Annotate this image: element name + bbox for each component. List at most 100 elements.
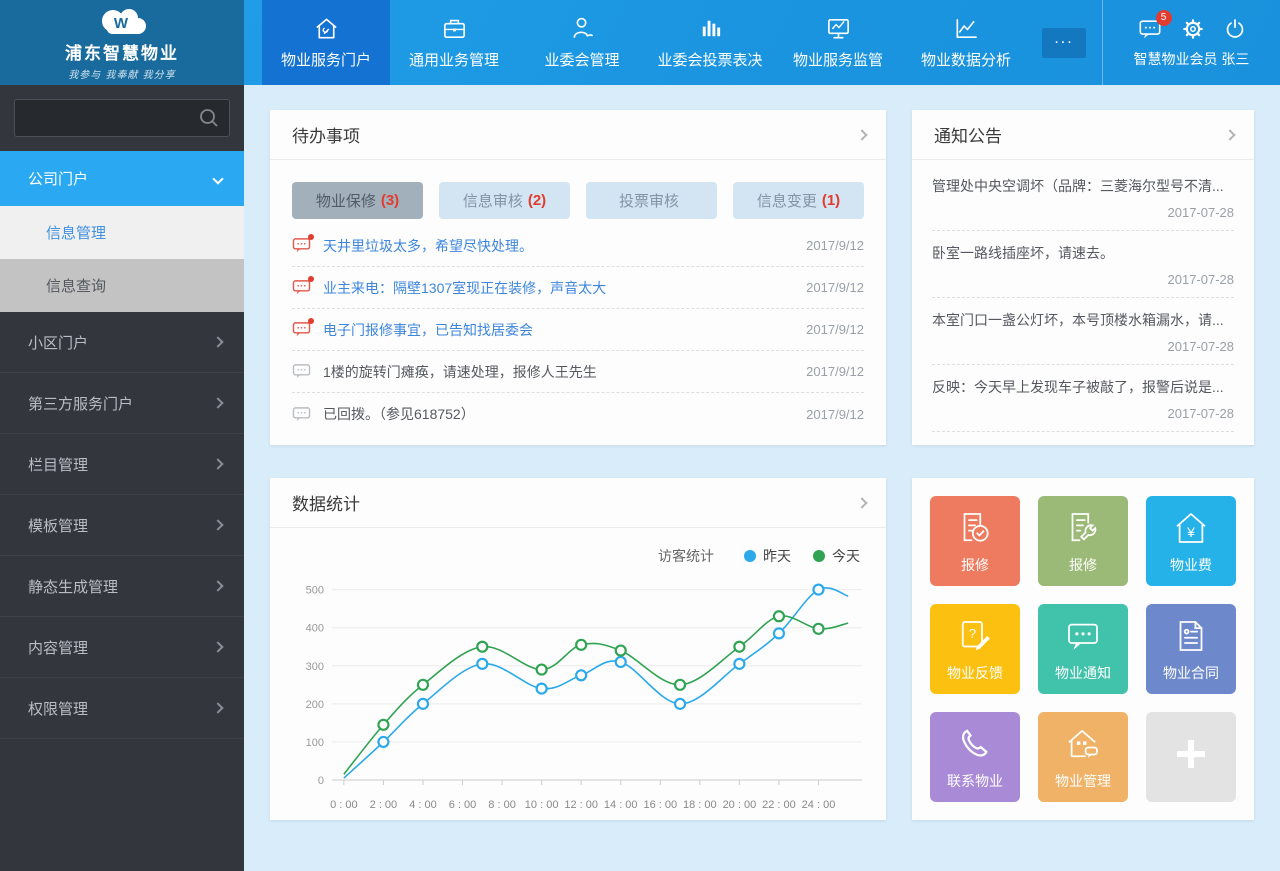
sidebar-item-company-portal[interactable]: 公司门户 xyxy=(0,151,244,206)
tab-vote-review[interactable]: 投票审核 xyxy=(586,182,717,219)
legend-item-today[interactable]: 今天 xyxy=(813,546,860,566)
tile-contact[interactable]: 联系物业 xyxy=(930,712,1020,802)
notice-item[interactable]: 卧室一路线插座坏，请速去。 2017-07-28 xyxy=(932,231,1234,298)
logout-button[interactable] xyxy=(1223,17,1247,41)
svg-text:500: 500 xyxy=(306,585,324,597)
sidebar-item-permission-management[interactable]: 权限管理 xyxy=(0,678,244,739)
tile-repair-check[interactable]: 报修 xyxy=(930,496,1020,586)
legend-item-yesterday[interactable]: 昨天 xyxy=(744,546,791,566)
svg-text:W: W xyxy=(114,15,129,32)
notice-panel: 通知公告 管理处中央空调坏（品牌：三菱海尔型号不清... 2017-07-28 … xyxy=(912,110,1254,445)
todo-item[interactable]: 1楼的旋转门瘫痪，请速处理，报修人王先生 2017/9/12 xyxy=(292,351,864,393)
feedback-icon: ? xyxy=(954,615,996,657)
stats-more-chevron-icon[interactable] xyxy=(856,497,867,508)
message-bubble-icon xyxy=(292,321,311,338)
search-icon[interactable] xyxy=(198,107,220,129)
tab-info-review[interactable]: 信息审核(2) xyxy=(439,182,570,219)
tile-contract[interactable]: 物业合同 xyxy=(1146,604,1236,694)
nav-more-button[interactable]: ... xyxy=(1042,28,1086,58)
message-badge: 5 xyxy=(1156,10,1172,26)
chevron-right-icon xyxy=(212,519,223,530)
tab-info-change[interactable]: 信息变更(1) xyxy=(733,182,864,219)
repair-check-icon xyxy=(954,507,996,549)
chevron-right-icon xyxy=(212,641,223,652)
sidebar-item-info-query[interactable]: 信息查询 xyxy=(0,259,244,312)
management-icon xyxy=(1062,723,1104,765)
nav-item-service-supervision[interactable]: 物业服务监管 xyxy=(774,0,902,85)
svg-text:¥: ¥ xyxy=(1186,524,1195,540)
svg-text:200: 200 xyxy=(306,699,324,711)
nav-item-property-service-portal[interactable]: 物业服务门户 xyxy=(262,0,390,85)
member-icon xyxy=(569,15,596,42)
tile-add[interactable] xyxy=(1146,712,1236,802)
nav-item-general-business[interactable]: 通用业务管理 xyxy=(390,0,518,85)
monitor-icon xyxy=(825,15,852,42)
settings-button[interactable] xyxy=(1181,17,1205,41)
svg-text:2 : 00: 2 : 00 xyxy=(370,799,398,811)
message-bubble-icon xyxy=(292,237,311,254)
svg-text:20 : 00: 20 : 00 xyxy=(723,799,757,811)
svg-text:22 : 00: 22 : 00 xyxy=(762,799,796,811)
notice-more-chevron-icon[interactable] xyxy=(1224,129,1235,140)
visitor-line-chart: 01002003004005000 : 002 : 004 : 006 : 00… xyxy=(290,568,876,818)
chevron-right-icon xyxy=(212,458,223,469)
legend-title: 访客统计 xyxy=(658,546,714,566)
sidebar-item-template-management[interactable]: 模板管理 xyxy=(0,495,244,556)
svg-text:8 : 00: 8 : 00 xyxy=(488,799,516,811)
notice-item[interactable]: 本室门口一盏公灯坏，本号顶楼水箱漏水，请... 2017-07-28 xyxy=(932,298,1234,365)
chart-legend: 访客统计 昨天 今天 xyxy=(270,528,886,566)
tab-property-warranty[interactable]: 物业保修(3) xyxy=(292,182,423,219)
sidebar-item-thirdparty-portal[interactable]: 第三方服务门户 xyxy=(0,373,244,434)
unread-dot xyxy=(308,318,314,324)
message-bubble-icon xyxy=(292,279,311,296)
phone-icon xyxy=(954,723,996,765)
top-navigation: 物业服务门户 通用业务管理 业委会管理 业委会投票表决 物业服务监管 xyxy=(244,0,1280,85)
tile-notice[interactable]: 物业通知 xyxy=(1038,604,1128,694)
nav-item-committee-voting[interactable]: 业委会投票表决 xyxy=(646,0,774,85)
nav-item-committee-management[interactable]: 业委会管理 xyxy=(518,0,646,85)
notice-panel-title: 通知公告 xyxy=(934,122,1002,147)
chevron-right-icon xyxy=(212,336,223,347)
chevron-right-icon xyxy=(212,397,223,408)
legend-dot-yesterday xyxy=(744,550,756,562)
message-bubble-icon xyxy=(292,363,311,380)
statistics-panel: 数据统计 访客统计 昨天 今天 01002003004005000 : 002 … xyxy=(270,478,886,820)
analysis-icon xyxy=(953,15,980,42)
tile-management[interactable]: 物业管理 xyxy=(1038,712,1128,802)
todo-item[interactable]: 天井里垃圾太多，希望尽快处理。 2017/9/12 xyxy=(292,225,864,267)
briefcase-icon xyxy=(441,15,468,42)
tile-feedback[interactable]: ? 物业反馈 xyxy=(930,604,1020,694)
message-bubble-icon xyxy=(292,406,311,423)
svg-text:?: ? xyxy=(969,626,976,641)
todo-item[interactable]: 业主来电：隔壁1307室现正在装修，声音太大 2017/9/12 xyxy=(292,267,864,309)
notice-item[interactable]: 管理处中央空调坏（品牌：三菱海尔型号不清... 2017-07-28 xyxy=(932,164,1234,231)
nav-item-data-analysis[interactable]: 物业数据分析 xyxy=(902,0,1030,85)
todo-item[interactable]: 已回拨。（参见618752） 2017/9/12 xyxy=(292,393,864,435)
sidebar-item-info-management[interactable]: 信息管理 xyxy=(0,206,244,259)
chevron-down-icon xyxy=(212,173,223,184)
sidebar-item-content-management[interactable]: 内容管理 xyxy=(0,617,244,678)
tile-repair-wrench[interactable]: 报修 xyxy=(1038,496,1128,586)
sidebar-item-static-generation[interactable]: 静态生成管理 xyxy=(0,556,244,617)
chevron-right-icon xyxy=(212,580,223,591)
gear-icon xyxy=(1181,17,1205,41)
todo-item[interactable]: 电子门报修事宜，已告知找居委会 2017/9/12 xyxy=(292,309,864,351)
svg-text:400: 400 xyxy=(306,623,324,635)
chevron-right-icon xyxy=(212,702,223,713)
sidebar-item-column-management[interactable]: 栏目管理 xyxy=(0,434,244,495)
notice-item[interactable]: 反映：今天早上发现车子被敲了，报警后说是... 2017-07-28 xyxy=(932,365,1234,432)
user-label[interactable]: 智慧物业会员 张三 xyxy=(1134,49,1250,69)
messages-button[interactable]: 5 xyxy=(1137,17,1163,41)
svg-text:18 : 00: 18 : 00 xyxy=(683,799,717,811)
todo-more-chevron-icon[interactable] xyxy=(856,129,867,140)
svg-text:0: 0 xyxy=(318,775,324,787)
sidebar-item-community-portal[interactable]: 小区门户 xyxy=(0,312,244,373)
user-area: 5 xyxy=(1102,0,1280,85)
svg-text:6 : 00: 6 : 00 xyxy=(449,799,477,811)
logo-tagline: 我参与 我奉献 我分享 xyxy=(68,66,175,81)
svg-text:4 : 00: 4 : 00 xyxy=(409,799,437,811)
notice-bubble-icon xyxy=(1062,615,1104,657)
svg-text:100: 100 xyxy=(306,737,324,749)
todo-panel-title: 待办事项 xyxy=(292,122,360,147)
tile-property-fee[interactable]: ¥ 物业费 xyxy=(1146,496,1236,586)
